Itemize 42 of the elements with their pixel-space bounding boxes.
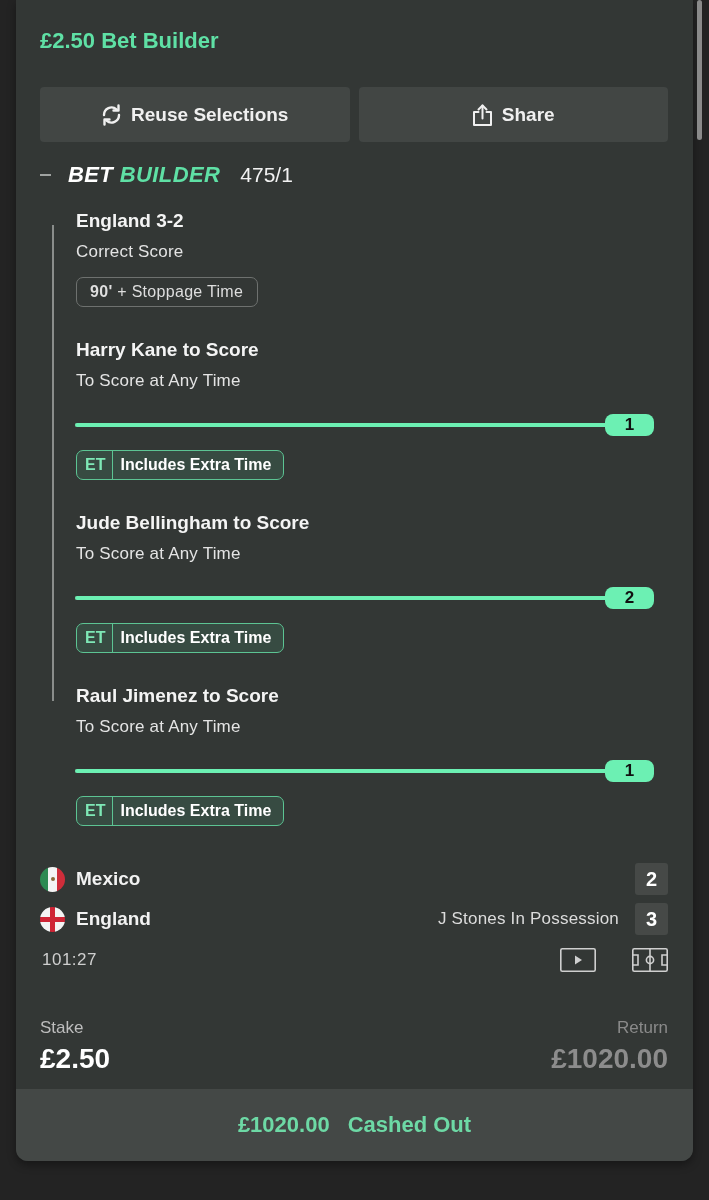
extra-time-label: Includes Extra Time	[119, 628, 273, 648]
extra-time-label: Includes Extra Time	[119, 455, 273, 475]
extra-time-abbreviation: ET	[77, 797, 114, 825]
stake-label: Stake	[40, 1017, 85, 1039]
team-score: 2	[635, 863, 668, 895]
possession-status: J Stones In Possession	[437, 909, 619, 929]
goal-count-marker: 1	[605, 760, 654, 782]
pitch-icon[interactable]	[632, 948, 668, 972]
extra-time-abbreviation: ET	[77, 451, 114, 479]
bet-title: £2.50 Bet Builder	[40, 27, 220, 55]
return-label: Return	[616, 1017, 668, 1039]
market-name: To Score at Any Time	[76, 716, 242, 738]
market-name: To Score at Any Time	[76, 370, 242, 392]
reuse-selections-button[interactable]: Reuse Selections	[40, 87, 350, 142]
refresh-icon	[101, 103, 123, 126]
bet-builder-logo: BET BUILDER	[68, 162, 221, 188]
selection-title: Jude Bellingham to Score	[76, 511, 311, 535]
mexico-flag-icon	[40, 866, 65, 892]
team-name: Mexico	[76, 868, 142, 890]
market-name: To Score at Any Time	[76, 543, 242, 565]
extra-time-label: Includes Extra Time	[119, 801, 273, 821]
selection-title: Harry Kane to Score	[76, 338, 260, 362]
share-button[interactable]: Share	[358, 87, 668, 142]
market-name: Correct Score	[76, 241, 185, 263]
scrollbar-thumb[interactable]	[697, 0, 702, 140]
share-icon	[471, 103, 493, 126]
team-name: England	[76, 908, 152, 930]
team-score: 3	[635, 903, 668, 935]
selection-title: England 3-2	[76, 209, 185, 233]
match-clock: 101:27	[41, 950, 98, 970]
england-flag-icon	[40, 906, 65, 932]
return-value: £1020.00	[551, 1042, 668, 1076]
goal-count-marker: 2	[605, 587, 654, 609]
cash-out-amount: £1020.00	[237, 1112, 330, 1138]
odds-value: 475/1	[240, 163, 293, 187]
stoppage-time-tag: 90' + Stoppage Time	[76, 277, 259, 307]
goal-count-marker: 1	[605, 414, 654, 436]
cash-out-status: Cashed Out	[347, 1112, 472, 1138]
stake-value: £2.50	[40, 1042, 111, 1076]
extra-time-abbreviation: ET	[77, 624, 114, 652]
selection-title: Raul Jimenez to Score	[76, 684, 280, 708]
play-video-icon[interactable]	[560, 948, 596, 972]
